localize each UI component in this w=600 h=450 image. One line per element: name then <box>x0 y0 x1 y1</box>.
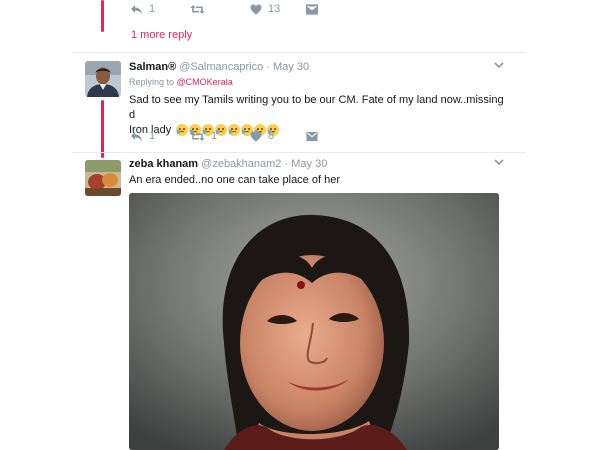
display-name[interactable]: zeba khanam <box>129 158 198 170</box>
message-icon <box>306 131 318 141</box>
tweet-header-zeba: zeba khanam @zebakhanam2 · May 30 <box>129 158 327 170</box>
reply-count: 1 <box>149 130 156 142</box>
heart-icon <box>250 4 262 14</box>
avatar-zeba[interactable] <box>85 160 121 196</box>
replying-prefix: Replying to <box>129 77 175 87</box>
tweet-timestamp[interactable]: May 30 <box>273 61 309 73</box>
divider <box>72 152 526 153</box>
reply-count: 1 <box>149 3 156 15</box>
retweet-icon <box>190 131 205 141</box>
retweet-button[interactable]: 1 <box>190 130 250 142</box>
like-button[interactable]: 8 <box>250 130 306 142</box>
retweet-count: 1 <box>211 130 218 142</box>
retweet-button[interactable] <box>190 4 250 15</box>
like-count: 8 <box>268 130 275 142</box>
replying-to: Replying to @CMOKerala <box>129 77 233 87</box>
more-replies-link[interactable]: 1 more reply <box>131 29 192 41</box>
tweet-header-salman: Salman® @Salmancaprico · May 30 <box>129 61 309 73</box>
message-icon <box>306 3 318 15</box>
like-count: 13 <box>268 3 281 15</box>
user-handle[interactable]: @zebakhanam2 <box>201 158 281 170</box>
reply-icon <box>131 4 142 14</box>
divider <box>72 52 526 53</box>
replying-mention[interactable]: @CMOKerala <box>177 77 233 87</box>
chevron-down-icon[interactable] <box>494 62 504 69</box>
reply-button[interactable]: 1 <box>130 3 190 15</box>
thread-line-top <box>101 0 104 32</box>
chevron-down-icon[interactable] <box>494 159 504 166</box>
user-handle[interactable]: @Salmancaprico <box>179 61 263 73</box>
tweet-text-line1: Sad to see my Tamils writing you to be o… <box>129 94 504 121</box>
reply-button[interactable]: 1 <box>130 130 190 142</box>
tweet-timestamp[interactable]: May 30 <box>291 158 327 170</box>
direct-message-button[interactable] <box>306 3 318 15</box>
top-tweet-actions: 1 13 <box>130 3 318 15</box>
time-separator: · <box>284 158 289 170</box>
thread-line-salman <box>101 100 104 158</box>
tweet-photo[interactable] <box>129 193 499 450</box>
display-name[interactable]: Salman® <box>129 61 176 73</box>
tweet-actions-salman: 1 1 8 <box>130 130 318 142</box>
portrait-photo <box>129 193 499 450</box>
time-separator: · <box>266 61 270 73</box>
like-button[interactable]: 13 <box>250 3 306 15</box>
direct-message-button[interactable] <box>306 131 318 142</box>
retweet-icon <box>190 4 205 14</box>
reply-icon <box>131 131 142 141</box>
tweet-text-zeba: An era ended..no one can take place of h… <box>129 174 340 186</box>
heart-icon <box>250 131 262 141</box>
avatar-salman[interactable] <box>85 61 121 97</box>
